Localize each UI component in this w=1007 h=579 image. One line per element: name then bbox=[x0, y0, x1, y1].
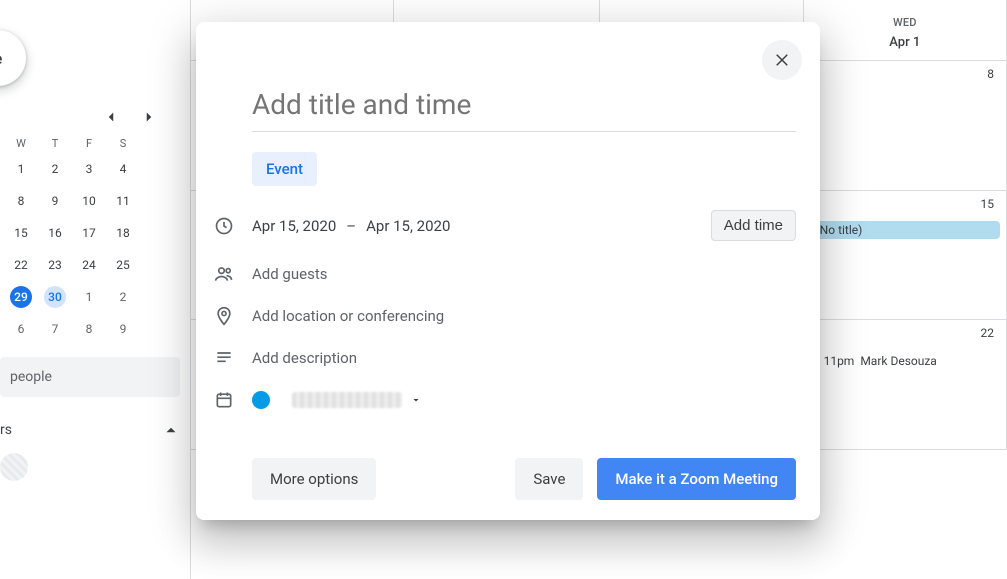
zoom-meeting-button[interactable]: Make it a Zoom Meeting bbox=[597, 458, 796, 500]
more-options-button[interactable]: More options bbox=[252, 458, 376, 500]
mini-day[interactable]: 4 bbox=[106, 153, 140, 185]
mini-day[interactable]: 3 bbox=[72, 153, 106, 185]
section-label: rs bbox=[0, 422, 12, 438]
day-header: WED Apr 1 bbox=[804, 0, 1007, 61]
left-sidebar: e W T F S 123489101115161718222324252930… bbox=[0, 0, 190, 579]
chevron-up-icon bbox=[162, 421, 180, 439]
mini-day[interactable]: 8 bbox=[72, 313, 106, 345]
add-time-button[interactable]: Add time bbox=[711, 210, 796, 241]
mini-day[interactable]: 7 bbox=[38, 313, 72, 345]
title-input[interactable] bbox=[252, 88, 796, 132]
event-title: Mark Desouza bbox=[860, 354, 937, 368]
search-placeholder: people bbox=[10, 369, 52, 385]
calendar-cell[interactable]: 15 (No title) bbox=[804, 191, 1007, 321]
mini-day[interactable]: 11 bbox=[106, 185, 140, 217]
calendar-cell[interactable]: 22 11pm Mark Desouza bbox=[804, 320, 1007, 450]
start-date[interactable]: Apr 15, 2020 bbox=[252, 217, 336, 235]
mini-weekday: S bbox=[106, 134, 140, 153]
tab-event[interactable]: Event bbox=[252, 152, 317, 186]
avatar[interactable] bbox=[0, 453, 28, 481]
date-separator: – bbox=[346, 217, 356, 235]
mini-day[interactable]: 15 bbox=[4, 217, 38, 249]
mini-weekday: W bbox=[4, 134, 38, 153]
day-number: 15 bbox=[981, 197, 995, 211]
mini-day[interactable]: 18 bbox=[106, 217, 140, 249]
mini-calendar: W T F S 12348910111516171822232425293012… bbox=[4, 134, 180, 345]
create-event-button[interactable]: e bbox=[0, 30, 26, 86]
day-number: 8 bbox=[987, 67, 994, 81]
mini-day[interactable]: 1 bbox=[4, 153, 38, 185]
close-button[interactable] bbox=[762, 40, 802, 80]
calendar-icon bbox=[214, 390, 234, 410]
mini-day[interactable]: 2 bbox=[38, 153, 72, 185]
prev-month-button[interactable] bbox=[102, 108, 120, 126]
mini-day[interactable]: 17 bbox=[72, 217, 106, 249]
event-chip[interactable]: (No title) bbox=[810, 221, 1000, 239]
mini-day[interactable]: 2 bbox=[106, 281, 140, 313]
mini-day[interactable]: 8 bbox=[4, 185, 38, 217]
weekday-label: WED bbox=[804, 16, 1006, 29]
chevron-left-icon bbox=[102, 108, 120, 126]
date-label: Apr 1 bbox=[804, 35, 1006, 50]
add-description-field[interactable]: Add description bbox=[252, 349, 357, 367]
people-icon bbox=[214, 264, 234, 284]
mini-day[interactable]: 10 bbox=[72, 185, 106, 217]
chevron-right-icon bbox=[140, 108, 158, 126]
mini-day[interactable]: 9 bbox=[106, 313, 140, 345]
search-people-input[interactable]: people bbox=[0, 357, 180, 397]
calendars-section-header[interactable]: rs bbox=[0, 421, 180, 439]
add-location-field[interactable]: Add location or conferencing bbox=[252, 307, 444, 325]
mini-day[interactable]: 24 bbox=[72, 249, 106, 281]
day-number: 22 bbox=[981, 326, 995, 340]
clock-icon bbox=[214, 216, 234, 236]
mini-day[interactable]: 1 bbox=[72, 281, 106, 313]
event-time: 11pm bbox=[824, 354, 855, 368]
quick-create-modal: Event Apr 15, 2020 – Apr 15, 2020 Add ti… bbox=[196, 22, 820, 520]
mini-day[interactable]: 16 bbox=[38, 217, 72, 249]
mini-day[interactable]: 30 bbox=[38, 281, 72, 313]
mini-weekday: F bbox=[72, 134, 106, 153]
save-button[interactable]: Save bbox=[515, 458, 583, 500]
mini-day[interactable]: 9 bbox=[38, 185, 72, 217]
mini-day[interactable]: 6 bbox=[4, 313, 38, 345]
mini-weekday: T bbox=[38, 134, 72, 153]
add-guests-field[interactable]: Add guests bbox=[252, 265, 327, 283]
mini-day[interactable]: 25 bbox=[106, 249, 140, 281]
create-label: e bbox=[0, 49, 2, 68]
end-date[interactable]: Apr 15, 2020 bbox=[366, 217, 450, 235]
mini-day[interactable]: 29 bbox=[4, 281, 38, 313]
calendar-name bbox=[292, 392, 402, 408]
mini-day[interactable]: 23 bbox=[38, 249, 72, 281]
mini-day[interactable]: 22 bbox=[4, 249, 38, 281]
calendar-color-dot bbox=[252, 391, 270, 409]
description-icon bbox=[214, 348, 234, 368]
calendar-cell[interactable]: 8 bbox=[804, 61, 1007, 191]
chevron-down-icon bbox=[410, 394, 422, 406]
location-pin-icon bbox=[214, 306, 234, 326]
calendar-selector[interactable] bbox=[252, 391, 422, 409]
close-icon bbox=[773, 51, 791, 69]
next-month-button[interactable] bbox=[140, 108, 158, 126]
